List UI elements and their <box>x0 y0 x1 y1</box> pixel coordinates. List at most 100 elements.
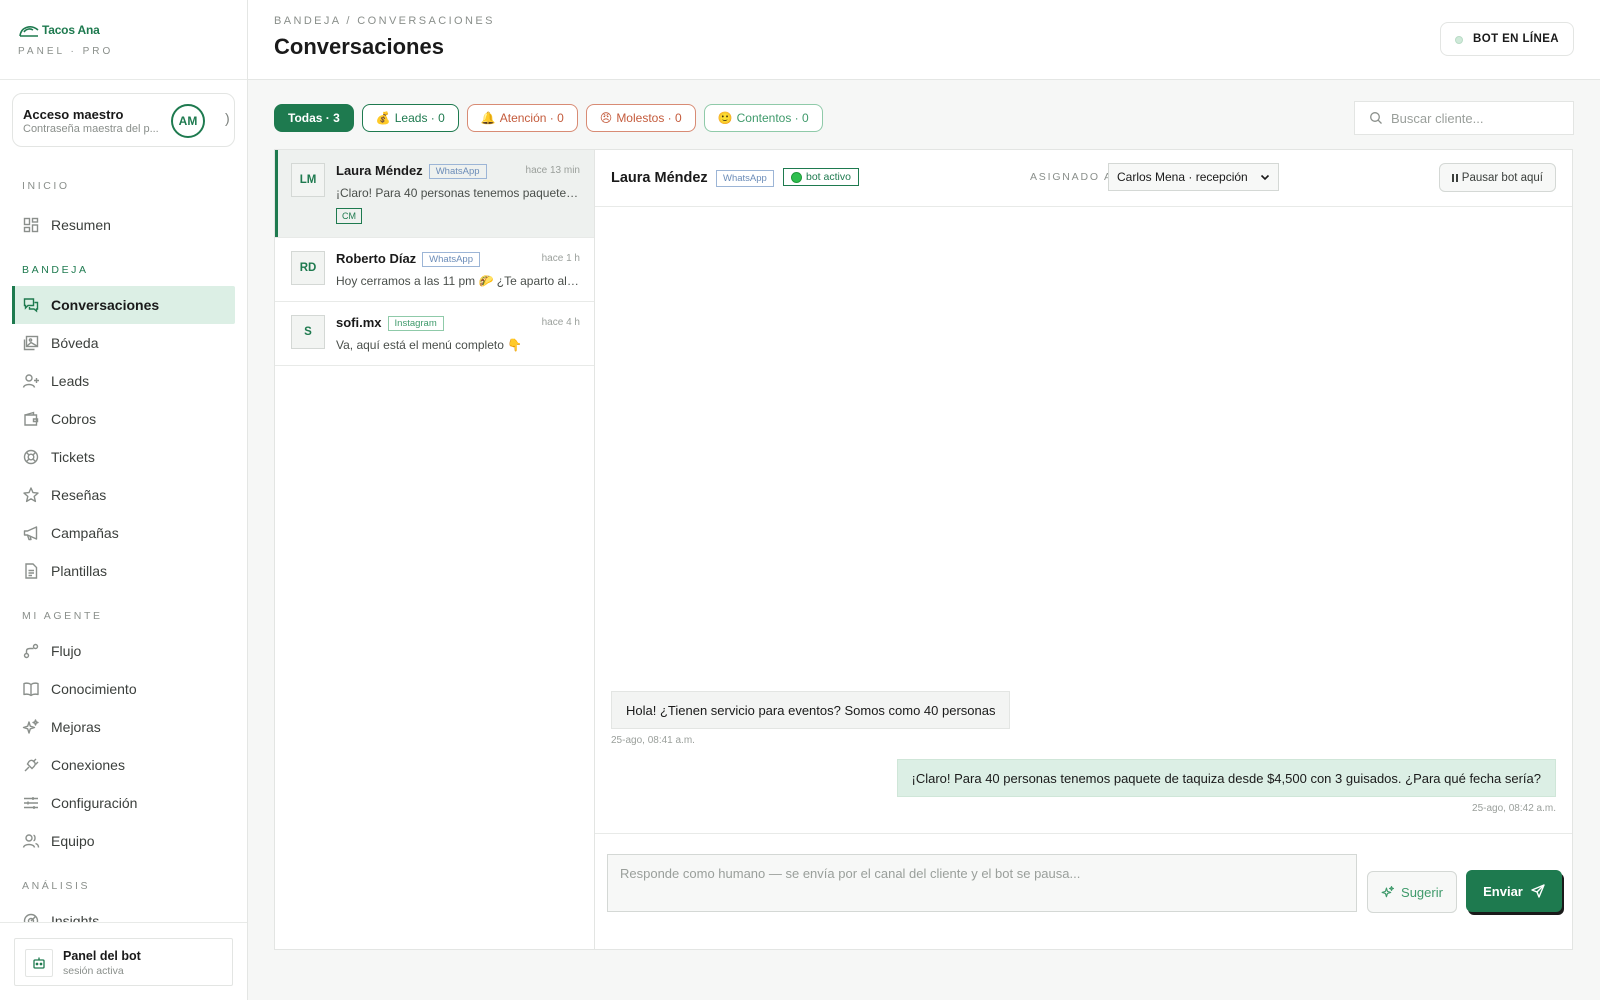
filter-contentos[interactable]: 🙂 Contentos · 0 <box>703 104 823 132</box>
sidebar-item-label: Cobros <box>51 411 97 427</box>
bell-icon: 🔔 <box>480 111 496 125</box>
channel-badge: WhatsApp <box>422 252 480 267</box>
sliders-icon <box>22 794 40 812</box>
search-box[interactable] <box>1354 101 1574 135</box>
filter-atencion[interactable]: 🔔 Atención · 0 <box>466 104 578 132</box>
sidebar-item-plantillas[interactable]: Plantillas <box>12 552 235 590</box>
channel-badge: Instagram <box>387 316 444 331</box>
filter-todas[interactable]: Todas · 3 <box>274 104 354 132</box>
assignee-select[interactable]: Carlos Mena · recepción <box>1108 163 1279 191</box>
filter-label: Leads · 0 <box>394 111 445 125</box>
sidebar-item-campanas[interactable]: Campañas <box>12 514 235 552</box>
sparkles-icon <box>1381 885 1395 898</box>
sidebar-item-cobros[interactable]: Cobros <box>12 400 235 438</box>
bot-status-badge[interactable]: BOT EN LÍNEA <box>1440 22 1574 56</box>
money-bag-icon: 💰 <box>375 111 391 125</box>
breadcrumb: BANDEJA / CONVERSACIONES <box>274 15 495 27</box>
bot-panel-subtitle: sesión activa <box>63 965 124 977</box>
sidebar-item-flujo[interactable]: Flujo <box>12 632 235 670</box>
smile-face-icon: 🙂 <box>717 111 733 125</box>
sidebar-item-resenas[interactable]: Reseñas <box>12 476 235 514</box>
sidebar-item-equipo[interactable]: Equipo <box>12 822 235 860</box>
search-icon <box>1369 111 1383 125</box>
message-time: 25-ago, 08:41 a.m. <box>611 735 695 746</box>
assignee-tag: CM <box>336 208 362 224</box>
avatar: S <box>291 315 325 349</box>
sidebar-item-mejoras[interactable]: Mejoras <box>12 708 235 746</box>
sidebar-item-label: Plantillas <box>51 563 108 579</box>
sidebar-item-configuracion[interactable]: Configuración <box>12 784 235 822</box>
sidebar-item-conversaciones[interactable]: Conversaciones <box>12 286 235 324</box>
channel-badge: WhatsApp <box>716 170 774 187</box>
chat-panel: Laura Méndez WhatsApp bot activo ASIGNAD… <box>594 149 1573 950</box>
filter-molestos[interactable]: 😠 Molestos · 0 <box>585 104 696 132</box>
chat-contact-name: Laura Méndez <box>611 170 708 186</box>
bot-active-label: bot activo <box>806 171 851 183</box>
filter-leads[interactable]: 💰 Leads · 0 <box>361 104 459 132</box>
lifebuoy-icon <box>22 448 40 466</box>
nav-section-analisis: ANÁLISIS <box>22 880 91 892</box>
sidebar-item-label: Equipo <box>51 833 95 849</box>
sidebar-item-tickets[interactable]: Tickets <box>12 438 235 476</box>
chevron-right-icon[interactable]: ) <box>225 110 230 126</box>
conversation-item-laura[interactable]: LM Laura Méndez WhatsApp hace 13 min ¡Cla… <box>275 150 594 238</box>
users-icon <box>22 832 40 850</box>
conversation-time: hace 13 min <box>525 165 580 176</box>
sidebar-item-label: Flujo <box>51 643 82 659</box>
flow-icon <box>22 642 40 660</box>
avatar[interactable]: AM <box>171 104 205 138</box>
conversation-preview: Va, aquí está el menú completo 👇 <box>336 338 523 352</box>
suggest-button[interactable]: Sugerir <box>1367 871 1457 913</box>
images-icon <box>22 334 40 352</box>
conversation-item-sofi[interactable]: S sofi.mx Instagram hace 4 h Va, aquí est… <box>275 302 594 366</box>
master-access-card[interactable]: Acceso maestro Contraseña maestra del p.… <box>12 93 235 147</box>
avatar: RD <box>291 251 325 285</box>
nav-section-mi-agente: MI AGENTE <box>22 610 103 622</box>
bot-active-badge: bot activo <box>783 168 859 186</box>
brand-logo[interactable]: Tacos Ana <box>18 22 229 38</box>
assign-label: ASIGNADO A <box>1030 171 1113 183</box>
nav-section-inicio: INICIO <box>22 180 70 192</box>
conversation-name-text: Laura Méndez <box>336 163 423 178</box>
pause-icon <box>1451 173 1458 182</box>
sidebar-item-label: Campañas <box>51 525 119 541</box>
sidebar-item-conexiones[interactable]: Conexiones <box>12 746 235 784</box>
status-dot-icon <box>1455 36 1464 44</box>
conversation-preview: ¡Claro! Para 40 personas tenemos paquete… <box>336 186 581 200</box>
reply-input[interactable] <box>607 854 1357 912</box>
sidebar-item-conocimiento[interactable]: Conocimiento <box>12 670 235 708</box>
send-button[interactable]: Enviar <box>1466 870 1562 912</box>
search-input[interactable] <box>1391 110 1561 126</box>
taco-logo-icon <box>19 26 39 37</box>
page-title: Conversaciones <box>274 34 444 59</box>
conversation-list: LM Laura Méndez WhatsApp hace 13 min ¡Cla… <box>274 149 595 950</box>
send-icon <box>1531 884 1545 898</box>
conversation-name: Laura Méndez WhatsApp <box>336 163 487 179</box>
sidebar-item-label: Conversaciones <box>51 297 160 313</box>
chat-icon <box>22 296 40 314</box>
message-composer: Sugerir Enviar <box>595 833 1572 949</box>
pause-bot-button[interactable]: Pausar bot aquí <box>1438 163 1556 192</box>
nav-section-bandeja: BANDEJA <box>22 264 89 276</box>
green-circle-icon <box>791 171 802 183</box>
assignee-value: Carlos Mena · recepción <box>1117 170 1248 184</box>
grid-icon <box>22 216 40 234</box>
filter-label: Atención · 0 <box>499 111 564 125</box>
sidebar-item-label: Leads <box>51 373 90 389</box>
bot-panel-title: Panel del bot <box>63 949 141 963</box>
sparkles-icon <box>22 718 40 736</box>
filter-label: Todas · 3 <box>288 111 340 125</box>
sidebar-item-resumen[interactable]: Resumen <box>12 206 235 244</box>
channel-badge: WhatsApp <box>428 164 487 179</box>
sidebar-item-boveda[interactable]: Bóveda <box>12 324 235 362</box>
sidebar-item-label: Bóveda <box>51 335 99 351</box>
bot-panel-button[interactable]: Panel del bot sesión activa <box>14 938 233 986</box>
sidebar-item-leads[interactable]: Leads <box>12 362 235 400</box>
pause-bot-label: Pausar bot aquí <box>1461 171 1543 184</box>
conversation-item-roberto[interactable]: RD Roberto Díaz WhatsApp hace 1 h Hoy cer… <box>275 238 594 302</box>
conversation-name-text: sofi.mx <box>336 315 382 330</box>
chevron-down-icon <box>1260 174 1270 181</box>
sidebar-item-label: Tickets <box>51 449 95 465</box>
filter-chips: Todas · 3 💰 Leads · 0 🔔 Atención · 0 😠 M… <box>274 104 823 132</box>
message-time: 25-ago, 08:42 a.m. <box>1472 803 1556 814</box>
